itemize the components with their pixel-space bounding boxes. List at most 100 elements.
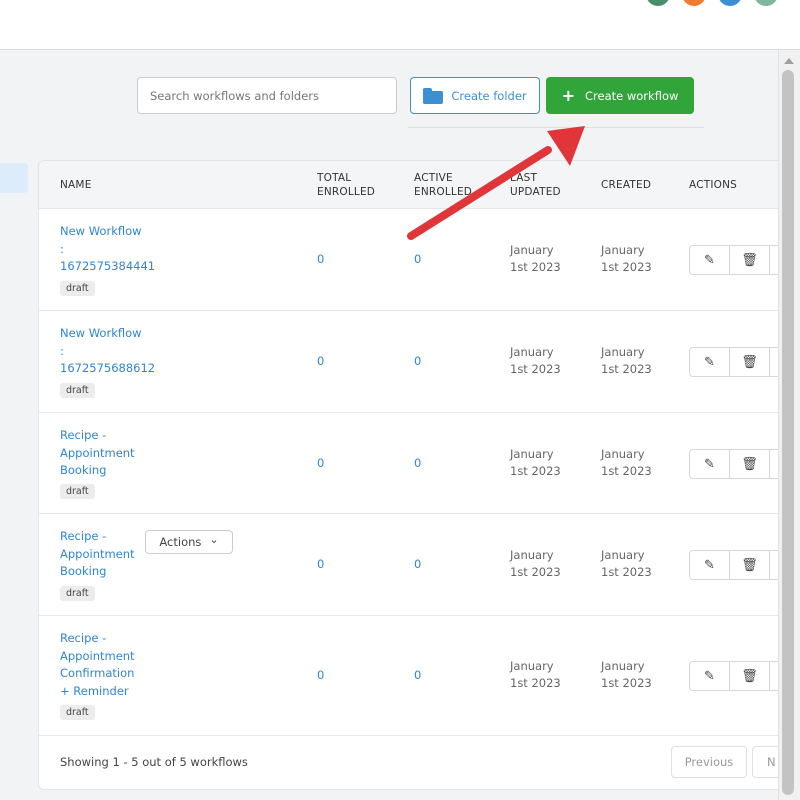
active-enrolled-count[interactable]: 0 (414, 456, 421, 470)
date-line: 1st 2023 (601, 260, 652, 274)
workflow-name-line: Appointment (60, 546, 135, 561)
header-total-enrolled[interactable]: TOTAL ENROLLED (317, 161, 387, 209)
table-row[interactable]: Recipe - Appointment Confirmation + Remi… (39, 616, 778, 736)
row-actions: ✎ 🗑 (689, 347, 778, 377)
workflow-name-link[interactable]: Recipe - Appointment Booking (60, 528, 155, 581)
active-enrolled-count[interactable]: 0 (414, 557, 421, 571)
delete-icon[interactable]: 🗑 (730, 551, 770, 579)
row-actions: ✎ 🗑 (689, 245, 778, 275)
status-badge: draft (60, 383, 95, 398)
workflow-name-line: : (60, 343, 64, 358)
header-actions: ACTIONS (689, 179, 738, 191)
edit-icon[interactable]: ✎ (690, 348, 730, 376)
next-page-button[interactable]: N (752, 746, 778, 778)
create-workflow-button[interactable]: + Create workflow (546, 77, 694, 114)
workflow-name-link[interactable]: New Workflow : 1672575688612 (60, 325, 155, 378)
table-row[interactable]: Recipe - Appointment Booking Actions ⌄ d… (39, 514, 778, 616)
chevron-down-icon: ⌄ (209, 532, 219, 546)
create-workflow-label: Create workflow (585, 88, 679, 103)
avatar[interactable] (682, 0, 706, 6)
date-line: January (601, 345, 645, 359)
total-enrolled-count[interactable]: 0 (317, 456, 324, 470)
search-placeholder: Search workflows and folders (150, 88, 319, 103)
total-enrolled-count[interactable]: 0 (317, 557, 324, 571)
status-badge: draft (60, 705, 95, 720)
last-updated-date: January 1st 2023 (510, 344, 580, 378)
delete-icon[interactable]: 🗑 (730, 348, 770, 376)
header-name[interactable]: NAME (60, 161, 92, 209)
folder-icon (423, 87, 444, 104)
workflow-name-line: New Workflow (60, 326, 142, 340)
date-line: 1st 2023 (510, 464, 561, 478)
workflow-name-line: + Reminder (60, 683, 129, 698)
created-date: January 1st 2023 (601, 547, 671, 581)
workflow-name-line: Recipe - (60, 631, 107, 645)
active-enrolled-count[interactable]: 0 (414, 252, 421, 266)
date-line: January (510, 659, 554, 673)
actions-dropdown[interactable]: Actions ⌄ (145, 530, 233, 554)
scrollbar-thumb[interactable] (782, 70, 794, 795)
date-line: 1st 2023 (510, 362, 561, 376)
edit-icon[interactable]: ✎ (690, 246, 730, 274)
delete-icon[interactable]: 🗑 (730, 246, 770, 274)
date-line: January (601, 548, 645, 562)
create-folder-label: Create folder (451, 88, 527, 103)
date-line: January (601, 659, 645, 673)
workflow-name-link[interactable]: Recipe - Appointment Confirmation + Remi… (60, 630, 155, 700)
search-input[interactable]: Search workflows and folders (137, 77, 397, 114)
total-enrolled-count[interactable]: 0 (317, 354, 324, 368)
created-date: January 1st 2023 (601, 446, 671, 480)
header-active-enrolled[interactable]: ACTIVE ENROLLED (414, 161, 484, 209)
date-line: January (601, 447, 645, 461)
total-enrolled-count[interactable]: 0 (317, 668, 324, 682)
date-line: January (510, 447, 554, 461)
sidebar-active-item[interactable] (0, 163, 28, 193)
active-enrolled-count[interactable]: 0 (414, 668, 421, 682)
delete-icon[interactable]: 🗑 (730, 662, 770, 690)
table-row[interactable]: Recipe - Appointment Booking draft 0 0 J… (39, 413, 778, 514)
workflow-name-line: Recipe - (60, 529, 107, 543)
date-line: 1st 2023 (601, 362, 652, 376)
workflows-page: Search workflows and folders Create fold… (0, 50, 778, 800)
total-enrolled-count[interactable]: 0 (317, 252, 324, 266)
workflow-name-line: Booking (60, 463, 107, 477)
created-date: January 1st 2023 (601, 344, 671, 378)
header-created[interactable]: CREATED (601, 161, 651, 209)
table-row[interactable]: New Workflow : 1672575688612 draft 0 0 J… (39, 311, 778, 413)
workflow-name-line: Booking (60, 564, 107, 578)
status-badge: draft (60, 484, 95, 499)
workflow-name-link[interactable]: New Workflow : 1672575384441 (60, 223, 155, 276)
workflow-name-line: Appointment (60, 648, 135, 663)
avatar[interactable] (718, 0, 742, 6)
header-last-updated[interactable]: LAST UPDATED (510, 161, 570, 209)
workflows-table: NAME TOTAL ENROLLED ACTIVE ENROLLED LAST… (38, 160, 778, 790)
workflow-name-line: 1672575688612 (60, 361, 156, 375)
previous-page-button[interactable]: Previous (671, 746, 747, 778)
edit-icon[interactable]: ✎ (690, 450, 730, 478)
table-row[interactable]: New Workflow : 1672575384441 draft 0 0 J… (39, 209, 778, 311)
vertical-scrollbar[interactable] (778, 50, 800, 800)
workflow-name-link[interactable]: Recipe - Appointment Booking (60, 427, 155, 480)
create-folder-button[interactable]: Create folder (410, 77, 540, 114)
status-badge: draft (60, 586, 95, 601)
delete-icon[interactable]: 🗑 (730, 450, 770, 478)
avatar[interactable] (646, 0, 670, 6)
edit-icon[interactable]: ✎ (690, 551, 730, 579)
scroll-up-icon[interactable] (784, 58, 794, 64)
created-date: January 1st 2023 (601, 658, 671, 692)
date-line: January (510, 243, 554, 257)
pagination-summary: Showing 1 - 5 out of 5 workflows (60, 755, 248, 769)
table-header: NAME TOTAL ENROLLED ACTIVE ENROLLED LAST… (39, 161, 778, 209)
avatar[interactable] (754, 0, 778, 6)
plus-icon: + (561, 85, 575, 105)
workflow-name-line: Recipe - (60, 428, 107, 442)
workflow-name-line: : (60, 241, 64, 256)
last-updated-date: January 1st 2023 (510, 658, 580, 692)
edit-icon[interactable]: ✎ (690, 662, 730, 690)
date-line: 1st 2023 (510, 565, 561, 579)
workflow-name-line: New Workflow (60, 224, 142, 238)
actions-dropdown-label: Actions (159, 535, 202, 549)
last-updated-date: January 1st 2023 (510, 242, 580, 276)
active-enrolled-count[interactable]: 0 (414, 354, 421, 368)
date-line: 1st 2023 (510, 260, 561, 274)
